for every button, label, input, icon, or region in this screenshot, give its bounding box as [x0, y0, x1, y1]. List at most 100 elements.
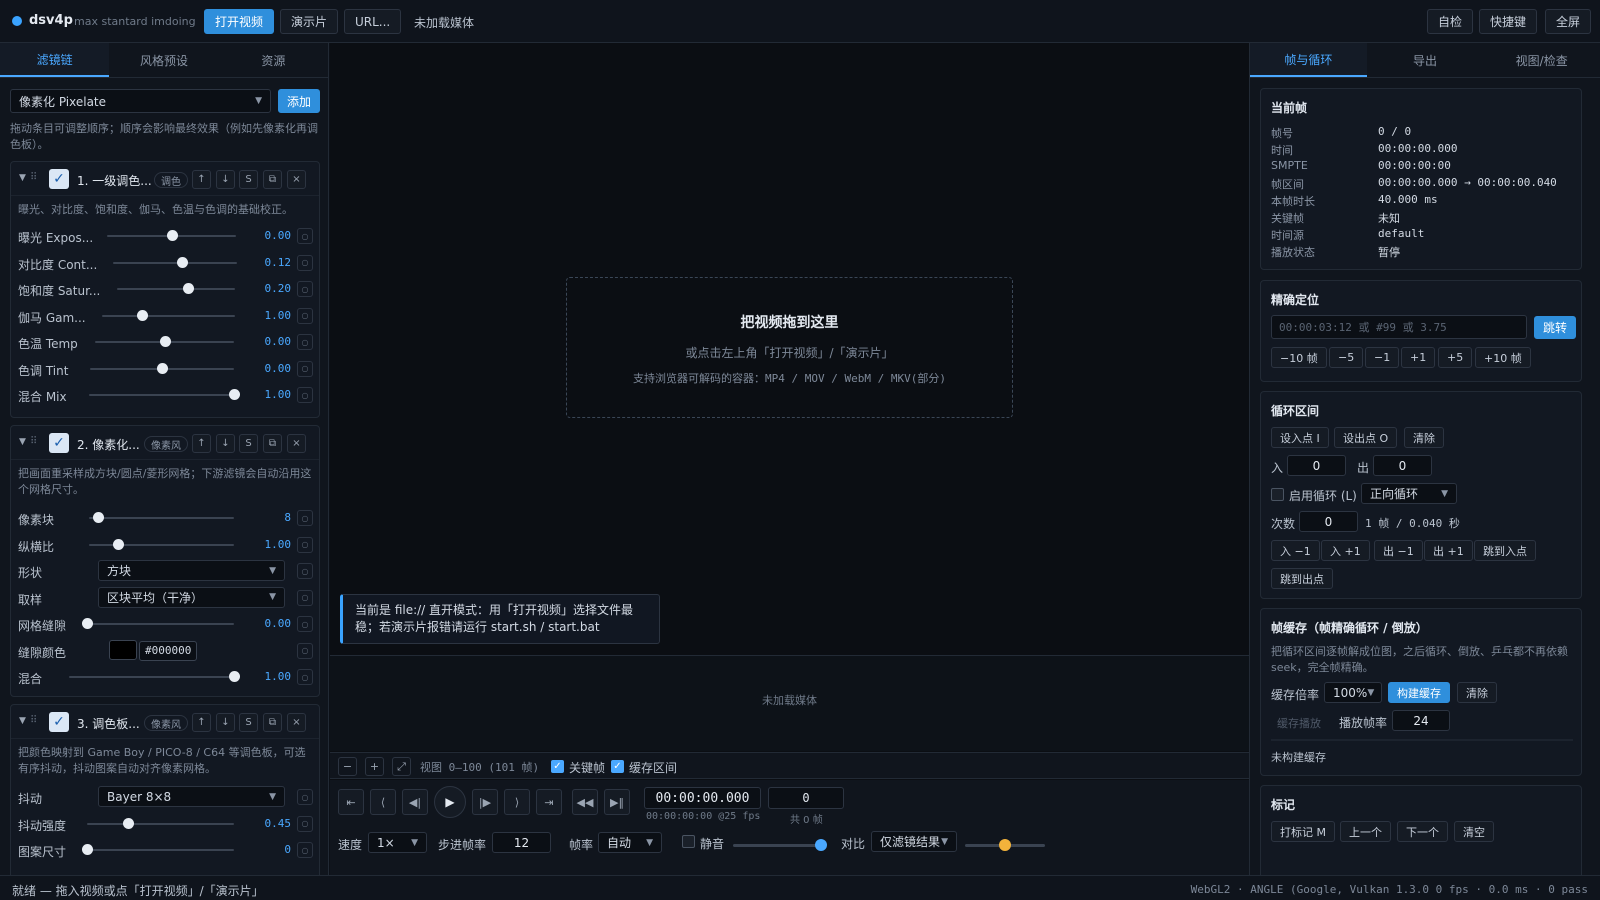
- param-value[interactable]: 0.12: [265, 256, 292, 269]
- color-hex-input[interactable]: #000000: [139, 640, 197, 661]
- remove-icon[interactable]: ×: [287, 713, 306, 732]
- param-slider-knob[interactable]: [157, 362, 168, 374]
- param-slider-knob[interactable]: [82, 618, 93, 629]
- param-slider[interactable]: [82, 844, 234, 855]
- collapse-toggle-icon[interactable]: ▼: [19, 173, 26, 183]
- param-slider-knob[interactable]: [113, 538, 124, 550]
- param-value[interactable]: 1.00: [265, 670, 292, 683]
- param-value[interactable]: 0.00: [265, 229, 292, 242]
- param-slider-knob[interactable]: [166, 230, 178, 241]
- in-plus1-button[interactable]: 入 +1: [1321, 540, 1370, 561]
- move-down-icon[interactable]: ↓: [216, 170, 235, 189]
- volume-knob[interactable]: [815, 839, 827, 851]
- next-marker-button[interactable]: 下一个: [1397, 821, 1448, 842]
- tab-style-presets[interactable]: 风格预设: [109, 43, 218, 77]
- param-slider[interactable]: [89, 538, 234, 550]
- filter-card-pixelate[interactable]: ▼ ⠿ ✓ 2. 像素化... 像素风 ↑ ↓ S ⧉ × 把画面重采样成方块/…: [10, 425, 320, 697]
- param-slider[interactable]: [113, 256, 237, 268]
- add-marker-button[interactable]: 打标记 M: [1271, 821, 1335, 842]
- param-slider-knob[interactable]: [159, 336, 171, 347]
- param-value[interactable]: 0.00: [265, 362, 292, 375]
- tab-frames-loop[interactable]: 帧与循环: [1250, 43, 1367, 77]
- param-select[interactable]: Bayer 8×8 ▼: [98, 786, 285, 807]
- drop-zone[interactable]: 把视频拖到这里 或点击左上角「打开视频」/「演示片」 支持浏览器可解码的容器：M…: [566, 277, 1013, 418]
- duplicate-icon[interactable]: ⧉: [263, 713, 282, 732]
- reverse-icon[interactable]: ◀◀: [572, 789, 598, 815]
- loop-clear-button[interactable]: 清除: [1404, 427, 1444, 448]
- cache-fps-input[interactable]: 24: [1392, 710, 1450, 731]
- duplicate-icon[interactable]: ⧉: [263, 434, 282, 453]
- param-slider-knob[interactable]: [82, 844, 93, 855]
- filter-card-color-grade[interactable]: ▼ ⠿ ✓ 1. 一级调色... 调色 ↑ ↓ S ⧉ × 曝光、对比度、饱和度…: [10, 161, 320, 418]
- seek-minus5-button[interactable]: −5: [1329, 347, 1364, 368]
- reset-icon[interactable]: ○: [297, 563, 313, 579]
- seek-input[interactable]: 00:00:03:12 或 #99 或 3.75: [1271, 315, 1527, 339]
- param-value[interactable]: 1.00: [265, 309, 292, 322]
- loop-mode-select[interactable]: 正向循环 ▼: [1361, 483, 1457, 504]
- loop-enable-checkbox[interactable]: [1271, 488, 1284, 501]
- fit-icon[interactable]: ⤢: [392, 757, 411, 776]
- cache-range-checkbox[interactable]: ✓: [611, 760, 624, 773]
- cache-clear-button[interactable]: 清除: [1457, 682, 1497, 703]
- prev-marker-button[interactable]: 上一个: [1340, 821, 1391, 842]
- param-slider-knob[interactable]: [136, 309, 148, 321]
- param-slider[interactable]: [69, 671, 240, 682]
- goto-out-button[interactable]: 跳到出点: [1271, 568, 1333, 589]
- prev-keyframe-icon[interactable]: ⟨: [370, 789, 396, 815]
- seek-minus10-button[interactable]: −10 帧: [1271, 347, 1327, 368]
- set-out-button[interactable]: 设出点 O: [1334, 427, 1398, 448]
- param-value[interactable]: 0.45: [265, 817, 292, 830]
- solo-icon[interactable]: S: [239, 713, 258, 732]
- enable-checkbox[interactable]: ✓: [49, 712, 69, 732]
- enable-checkbox[interactable]: ✓: [49, 433, 69, 453]
- reset-icon[interactable]: ○: [297, 254, 313, 271]
- filter-select[interactable]: 像素化 Pixelate ▼: [10, 89, 271, 113]
- reset-icon[interactable]: ○: [297, 842, 313, 858]
- reset-icon[interactable]: ○: [297, 642, 313, 659]
- move-down-icon[interactable]: ↓: [216, 713, 235, 732]
- timeline[interactable]: 未加载媒体: [330, 655, 1249, 751]
- param-value[interactable]: 0.20: [265, 282, 292, 295]
- out-minus1-button[interactable]: 出 −1: [1374, 540, 1423, 561]
- compare-select[interactable]: 仅滤镜结果 ▼: [871, 831, 957, 852]
- color-swatch[interactable]: [109, 639, 137, 660]
- param-slider[interactable]: [102, 309, 235, 321]
- seek-go-button[interactable]: 跳转: [1534, 316, 1577, 339]
- tab-view-inspect[interactable]: 视图/检查: [1483, 43, 1600, 77]
- cache-play-button[interactable]: 缓存播放: [1277, 715, 1321, 731]
- reset-icon[interactable]: ○: [297, 360, 313, 377]
- next-keyframe-icon[interactable]: ⟩: [504, 789, 530, 815]
- param-slider[interactable]: [89, 389, 240, 400]
- play-icon[interactable]: ▶: [434, 786, 466, 818]
- reset-icon[interactable]: ○: [297, 281, 313, 297]
- go-end-icon[interactable]: ⇥: [536, 789, 562, 815]
- param-value[interactable]: 8: [284, 511, 291, 524]
- step-back-icon[interactable]: ◀|: [402, 789, 428, 815]
- reset-icon[interactable]: ○: [297, 789, 313, 805]
- tab-resources[interactable]: 资源: [219, 43, 328, 77]
- drag-handle-icon[interactable]: ⠿: [30, 172, 37, 183]
- drag-handle-icon[interactable]: ⠿: [30, 715, 37, 726]
- set-in-button[interactable]: 设入点 I: [1271, 427, 1329, 448]
- remove-icon[interactable]: ×: [287, 434, 306, 453]
- reset-icon[interactable]: ○: [297, 334, 313, 350]
- reset-icon[interactable]: ○: [297, 616, 313, 632]
- reset-icon[interactable]: ○: [297, 307, 313, 324]
- in-minus1-button[interactable]: 入 −1: [1271, 540, 1320, 561]
- seek-plus1-button[interactable]: +1: [1401, 347, 1436, 368]
- enable-checkbox[interactable]: ✓: [49, 169, 69, 189]
- reset-icon[interactable]: ○: [297, 669, 313, 685]
- go-start-icon[interactable]: ⇤: [338, 789, 364, 815]
- seek-plus10-button[interactable]: +10 帧: [1475, 347, 1531, 368]
- step-forward-icon[interactable]: |▶: [472, 789, 498, 815]
- open-video-button[interactable]: 打开视频: [204, 9, 275, 34]
- duplicate-icon[interactable]: ⧉: [263, 170, 282, 189]
- play-pause-icon[interactable]: ▶‖: [604, 789, 630, 815]
- demo-button[interactable]: 演示片: [280, 9, 339, 34]
- tab-filter-chain[interactable]: 滤镜链: [0, 43, 110, 77]
- shortcuts-button[interactable]: 快捷键: [1479, 9, 1538, 34]
- param-slider[interactable]: [87, 817, 234, 829]
- move-up-icon[interactable]: ↑: [192, 713, 211, 732]
- filter-card-palette[interactable]: ▼ ⠿ ✓ 3. 调色板... 像素风 ↑ ↓ S ⧉ × 把颜色映射到 Gam…: [10, 704, 320, 875]
- param-slider-knob[interactable]: [177, 256, 189, 268]
